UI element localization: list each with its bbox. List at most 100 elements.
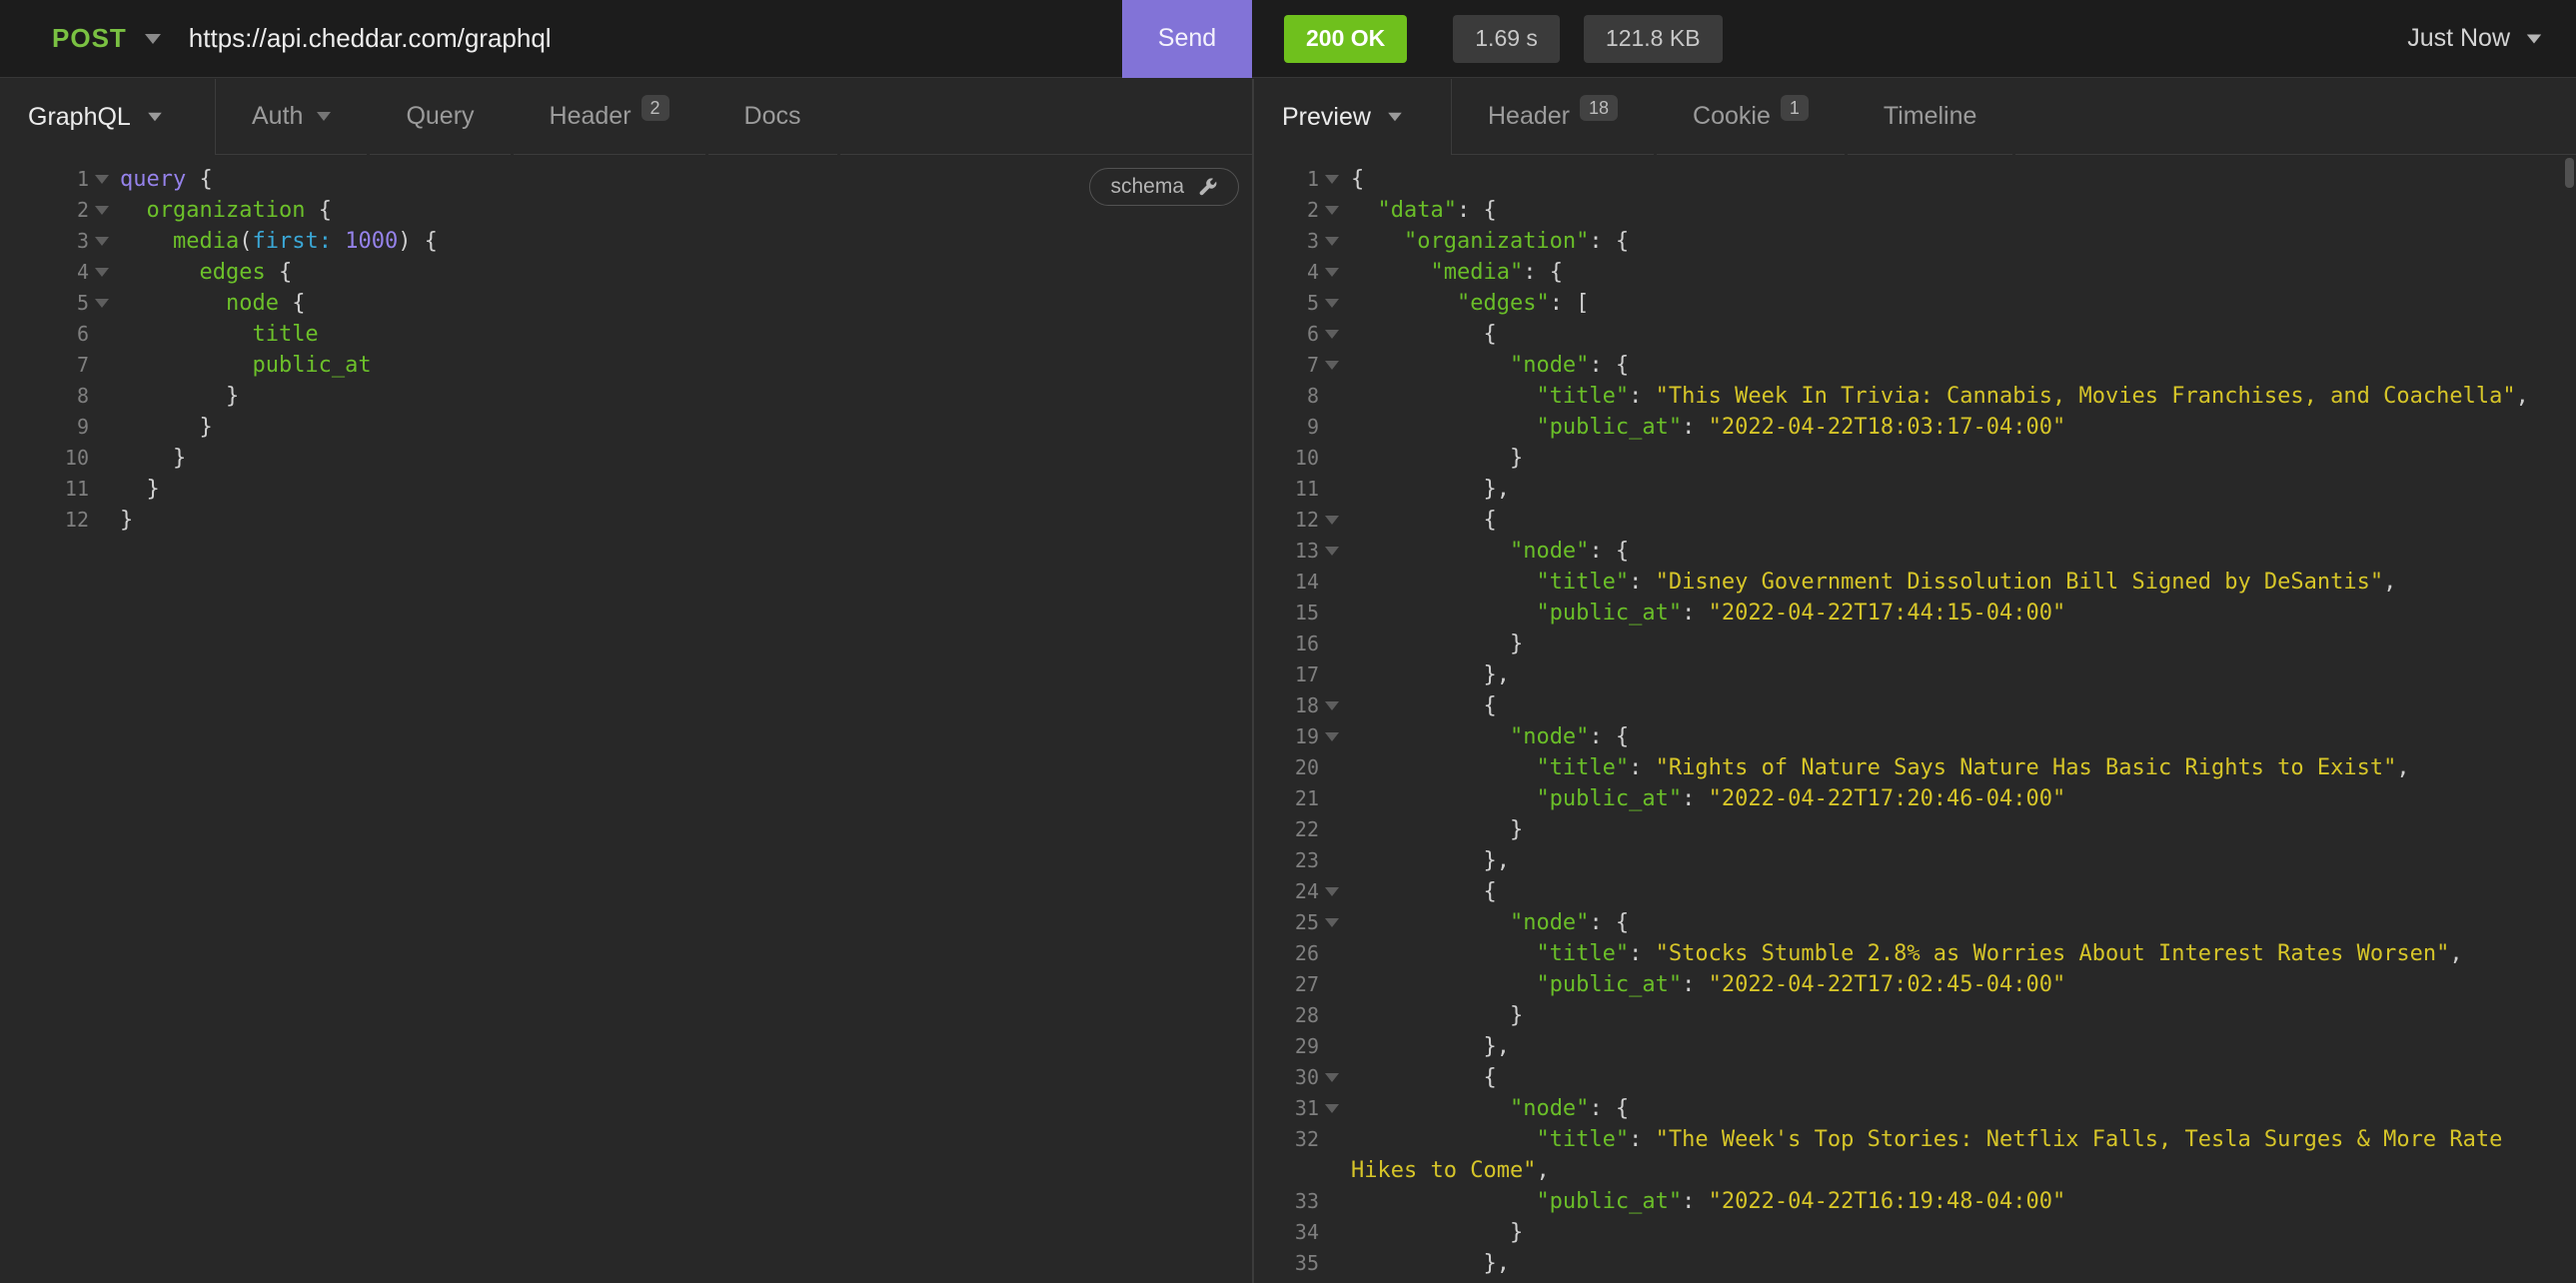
code-text: "public_at": "2022-04-22T17:02:45-04:00": [1351, 969, 2576, 1000]
fold-arrow-icon[interactable]: [95, 175, 109, 184]
chevron-down-icon: [317, 112, 331, 121]
fold-toggle[interactable]: [89, 288, 120, 319]
fold-spacer: [1319, 598, 1351, 629]
code-line: 8 "title": "This Week In Trivia: Cannabi…: [1254, 381, 2576, 412]
fold-spacer: [89, 412, 120, 443]
code-text: "public_at": "2022-04-22T17:44:15-04:00": [1351, 598, 2576, 629]
fold-arrow-icon[interactable]: [1325, 1104, 1339, 1113]
fold-toggle[interactable]: [1319, 690, 1351, 721]
history-dropdown[interactable]: Just Now: [2407, 24, 2542, 53]
view-type-label: Preview: [1282, 103, 1371, 132]
fold-toggle[interactable]: [1319, 195, 1351, 226]
fold-toggle[interactable]: [1319, 536, 1351, 567]
fold-toggle[interactable]: [1319, 1093, 1351, 1124]
fold-arrow-icon[interactable]: [1325, 516, 1339, 525]
body-type-dropdown[interactable]: GraphQL: [0, 79, 216, 155]
line-number: 2: [1254, 195, 1319, 226]
fold-toggle[interactable]: [89, 195, 120, 226]
fold-arrow-icon[interactable]: [95, 268, 109, 277]
tab-cookie[interactable]: Cookie 1: [1657, 79, 1845, 155]
status-badge: 200 OK: [1284, 15, 1407, 63]
fold-arrow-icon[interactable]: [95, 206, 109, 215]
code-line: 10 }: [1254, 443, 2576, 474]
tab-timeline[interactable]: Timeline: [1848, 79, 2013, 155]
line-number: 2: [0, 195, 89, 226]
code-line: 6 {: [1254, 319, 2576, 350]
code-line: 21 "public_at": "2022-04-22T17:20:46-04:…: [1254, 783, 2576, 814]
code-text: }: [1351, 814, 2576, 845]
line-number: 12: [1254, 505, 1319, 536]
line-number: 5: [1254, 288, 1319, 319]
fold-arrow-icon[interactable]: [1325, 1073, 1339, 1082]
code-line: 26 "title": "Stocks Stumble 2.8% as Worr…: [1254, 938, 2576, 969]
code-line: 23 },: [1254, 845, 2576, 876]
fold-toggle[interactable]: [1319, 319, 1351, 350]
tab-auth[interactable]: Auth: [216, 79, 367, 155]
fold-arrow-icon[interactable]: [1325, 237, 1339, 246]
tab-header-response[interactable]: Header 18: [1452, 79, 1654, 155]
tab-docs[interactable]: Docs: [708, 79, 837, 155]
fold-arrow-icon[interactable]: [95, 299, 109, 308]
fold-toggle[interactable]: [1319, 257, 1351, 288]
fold-toggle[interactable]: [1319, 164, 1351, 195]
request-editor-lines: 1query {2 organization {3 media(first: 1…: [0, 164, 1252, 536]
view-type-dropdown[interactable]: Preview: [1254, 79, 1452, 155]
code-line: 3 media(first: 1000) {: [0, 226, 1252, 257]
tab-bar-filler: [840, 79, 1252, 155]
fold-toggle[interactable]: [1319, 876, 1351, 907]
fold-arrow-icon[interactable]: [1325, 887, 1339, 896]
fold-arrow-icon[interactable]: [1325, 701, 1339, 710]
fold-arrow-icon[interactable]: [1325, 547, 1339, 556]
code-text: edges {: [120, 257, 1252, 288]
fold-toggle[interactable]: [1319, 907, 1351, 938]
fold-arrow-icon[interactable]: [1325, 299, 1339, 308]
code-line: 22 }: [1254, 814, 2576, 845]
request-tab-bar: GraphQL Auth Query Header 2 Docs: [0, 79, 1252, 155]
fold-arrow-icon[interactable]: [1325, 361, 1339, 370]
fold-arrow-icon[interactable]: [1325, 206, 1339, 215]
fold-toggle[interactable]: [1319, 1279, 1351, 1283]
line-number: 22: [1254, 814, 1319, 845]
fold-arrow-icon[interactable]: [1325, 175, 1339, 184]
fold-toggle[interactable]: [1319, 721, 1351, 752]
fold-arrow-icon[interactable]: [1325, 918, 1339, 927]
send-button[interactable]: Send: [1122, 0, 1252, 78]
fold-arrow-icon[interactable]: [1325, 268, 1339, 277]
url-input[interactable]: https://api.cheddar.com/graphql: [189, 23, 1122, 54]
code-text: "title": "Stocks Stumble 2.8% as Worries…: [1351, 938, 2576, 969]
code-text: node {: [120, 288, 1252, 319]
fold-toggle[interactable]: [1319, 505, 1351, 536]
fold-spacer: [1319, 938, 1351, 969]
tab-header-request[interactable]: Header 2: [514, 79, 705, 155]
code-text: {: [1351, 876, 2576, 907]
fold-spacer: [1319, 1217, 1351, 1248]
fold-toggle[interactable]: [89, 257, 120, 288]
fold-arrow-icon[interactable]: [1325, 732, 1339, 741]
code-line: 17 },: [1254, 659, 2576, 690]
line-number: 25: [1254, 907, 1319, 938]
fold-spacer: [1319, 443, 1351, 474]
fold-spacer: [1319, 783, 1351, 814]
code-line: 27 "public_at": "2022-04-22T17:02:45-04:…: [1254, 969, 2576, 1000]
fold-toggle[interactable]: [1319, 288, 1351, 319]
schema-button[interactable]: schema: [1089, 168, 1239, 206]
tab-query[interactable]: Query: [370, 79, 510, 155]
request-body-editor[interactable]: 1query {2 organization {3 media(first: 1…: [0, 155, 1252, 1283]
fold-arrow-icon[interactable]: [95, 237, 109, 246]
method-dropdown[interactable]: POST: [52, 23, 161, 54]
line-number: 6: [1254, 319, 1319, 350]
fold-toggle[interactable]: [1319, 350, 1351, 381]
fold-toggle[interactable]: [1319, 226, 1351, 257]
fold-toggle[interactable]: [89, 164, 120, 195]
line-number: 20: [1254, 752, 1319, 783]
fold-spacer: [1319, 567, 1351, 598]
scrollbar-thumb[interactable]: [2565, 158, 2574, 188]
line-number: 35: [1254, 1248, 1319, 1279]
code-text: }: [120, 474, 1252, 505]
line-number: 34: [1254, 1217, 1319, 1248]
fold-arrow-icon[interactable]: [1325, 330, 1339, 339]
fold-toggle[interactable]: [1319, 1062, 1351, 1093]
fold-spacer: [1319, 381, 1351, 412]
code-line: 7 public_at: [0, 350, 1252, 381]
fold-toggle[interactable]: [89, 226, 120, 257]
